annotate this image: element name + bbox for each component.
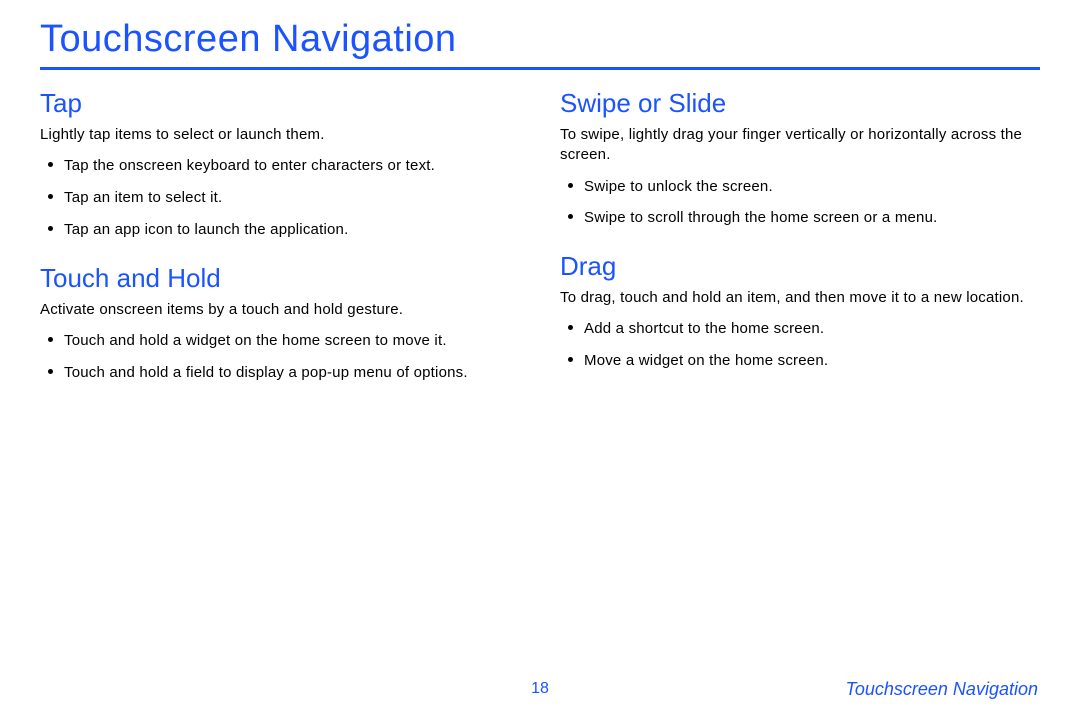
section-intro: To drag, touch and hold an item, and the… bbox=[560, 288, 1040, 308]
list-item: Add a shortcut to the home screen. bbox=[564, 318, 1040, 340]
footer-section-label: Touchscreen Navigation bbox=[846, 679, 1038, 700]
list-item: Tap the onscreen keyboard to enter chara… bbox=[44, 155, 520, 177]
list-item: Tap an app icon to launch the applicatio… bbox=[44, 219, 520, 241]
list-item: Tap an item to select it. bbox=[44, 187, 520, 209]
bullet-list: Swipe to unlock the screen. Swipe to scr… bbox=[560, 176, 1040, 230]
right-column: Swipe or Slide To swipe, lightly drag yo… bbox=[560, 80, 1040, 405]
content-columns: Tap Lightly tap items to select or launc… bbox=[40, 80, 1040, 405]
section-heading-touch-hold: Touch and Hold bbox=[40, 263, 520, 294]
bullet-list: Touch and hold a widget on the home scre… bbox=[40, 330, 520, 384]
bullet-list: Tap the onscreen keyboard to enter chara… bbox=[40, 155, 520, 240]
section-drag: Drag To drag, touch and hold an item, an… bbox=[560, 251, 1040, 372]
section-heading-drag: Drag bbox=[560, 251, 1040, 282]
list-item: Touch and hold a field to display a pop-… bbox=[44, 362, 520, 384]
list-item: Move a widget on the home screen. bbox=[564, 350, 1040, 372]
list-item: Swipe to unlock the screen. bbox=[564, 176, 1040, 198]
section-touch-hold: Touch and Hold Activate onscreen items b… bbox=[40, 263, 520, 384]
section-intro: Lightly tap items to select or launch th… bbox=[40, 125, 520, 145]
section-intro: Activate onscreen items by a touch and h… bbox=[40, 300, 520, 320]
section-tap: Tap Lightly tap items to select or launc… bbox=[40, 88, 520, 241]
left-column: Tap Lightly tap items to select or launc… bbox=[40, 80, 520, 405]
section-swipe: Swipe or Slide To swipe, lightly drag yo… bbox=[560, 88, 1040, 229]
section-intro: To swipe, lightly drag your finger verti… bbox=[560, 125, 1040, 166]
section-heading-tap: Tap bbox=[40, 88, 520, 119]
list-item: Swipe to scroll through the home screen … bbox=[564, 207, 1040, 229]
section-heading-swipe: Swipe or Slide bbox=[560, 88, 1040, 119]
list-item: Touch and hold a widget on the home scre… bbox=[44, 330, 520, 352]
page-title: Touchscreen Navigation bbox=[40, 18, 1040, 70]
page-footer: 18 Touchscreen Navigation bbox=[0, 680, 1080, 698]
bullet-list: Add a shortcut to the home screen. Move … bbox=[560, 318, 1040, 372]
page-number: 18 bbox=[531, 680, 549, 698]
